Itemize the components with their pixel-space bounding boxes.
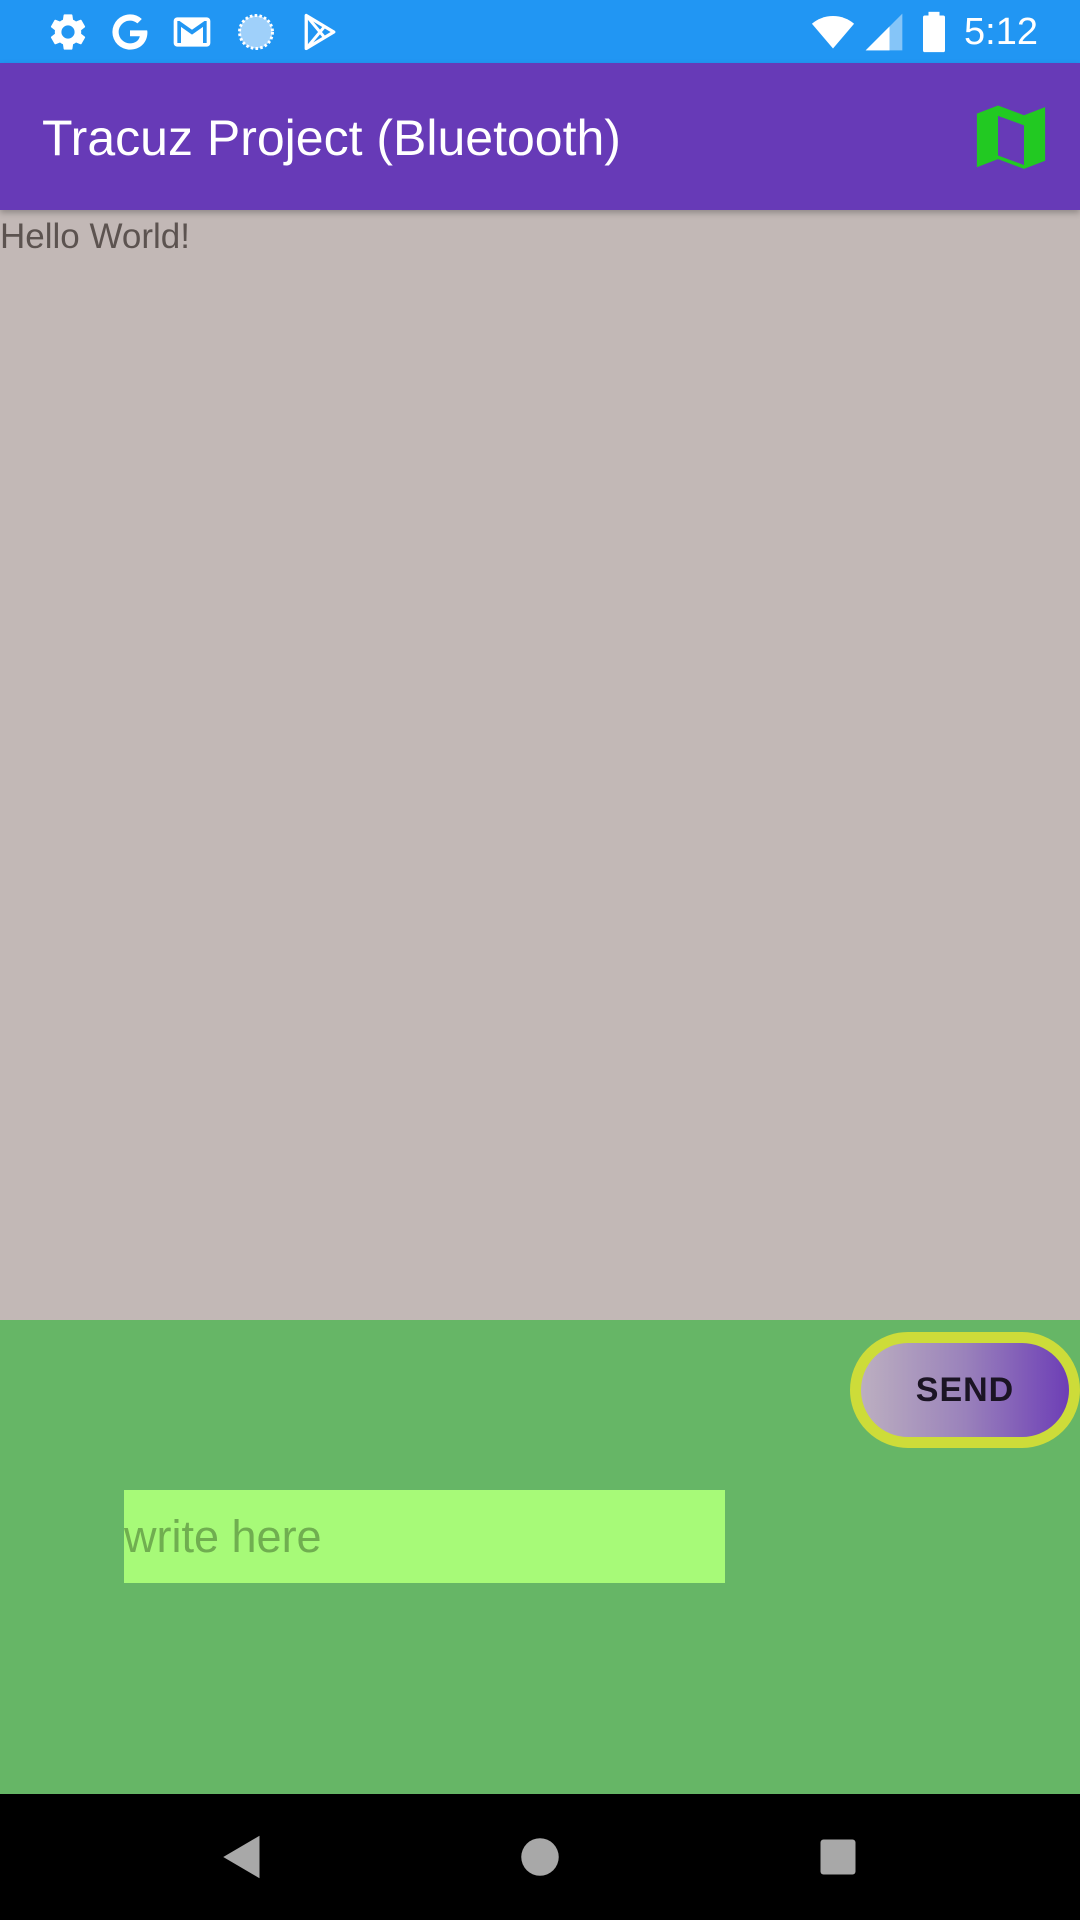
map-icon[interactable] xyxy=(972,99,1050,177)
signal-icon xyxy=(865,13,903,51)
app-screen: 5:12 Tracuz Project (Bluetooth) Hello Wo… xyxy=(0,0,1080,1920)
send-button-label: SEND xyxy=(915,1370,1015,1409)
play-store-icon xyxy=(304,13,336,51)
settings-icon xyxy=(50,14,86,50)
recents-icon[interactable] xyxy=(808,1827,868,1887)
received-message-text: Hello World! xyxy=(0,217,190,256)
message-input[interactable] xyxy=(124,1490,725,1583)
home-icon[interactable] xyxy=(510,1827,570,1887)
wifi-icon xyxy=(811,16,855,49)
status-bar: 5:12 xyxy=(0,0,1080,63)
navigation-bar xyxy=(0,1794,1080,1920)
message-display-area: Hello World! xyxy=(0,210,1080,1320)
status-time: 5:12 xyxy=(964,11,1038,53)
send-button[interactable]: SEND xyxy=(850,1332,1080,1448)
app-title: Tracuz Project (Bluetooth) xyxy=(42,110,621,166)
loading-icon xyxy=(238,14,274,50)
gmail-icon xyxy=(173,17,211,47)
back-icon[interactable] xyxy=(212,1827,272,1887)
battery-icon xyxy=(923,11,945,53)
compose-panel: SEND xyxy=(0,1320,1080,1794)
google-icon xyxy=(112,14,148,50)
app-bar: Tracuz Project (Bluetooth) xyxy=(0,63,1080,210)
